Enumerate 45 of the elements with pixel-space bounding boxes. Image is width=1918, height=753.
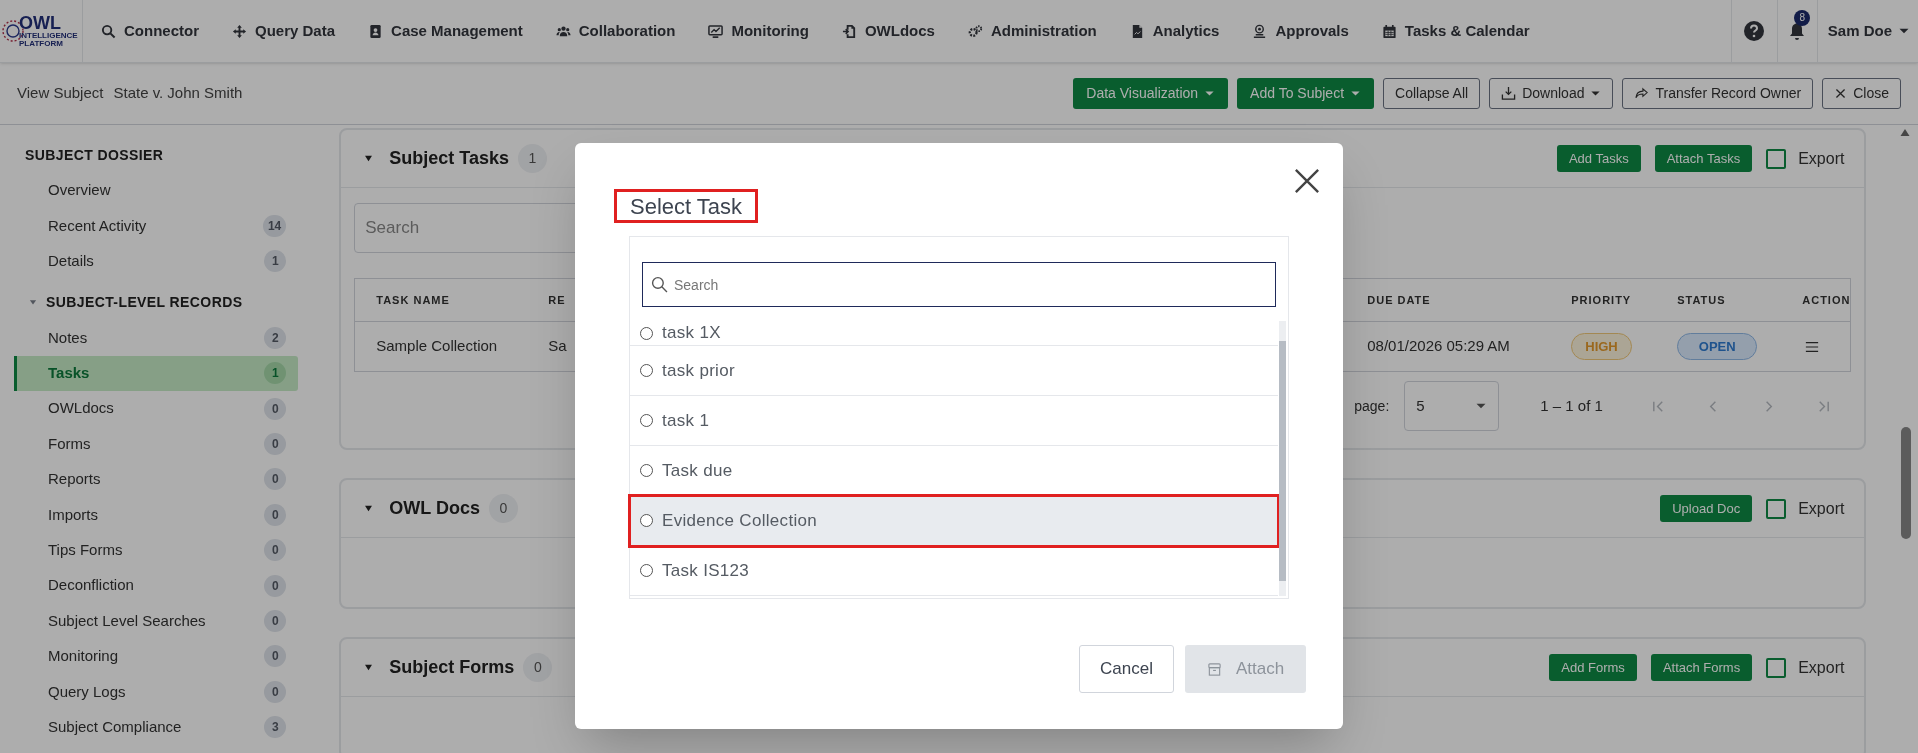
panel-title: OWL Docs (389, 497, 480, 520)
column-header: PRIORITY (1571, 292, 1633, 308)
export-label: Export (1798, 148, 1845, 169)
modal-title: Select Task (614, 189, 759, 223)
column-header: STATUS (1677, 292, 1727, 308)
count-badge: 1 (264, 250, 287, 273)
count-badge: 0 (264, 503, 287, 526)
count-badge: 1 (517, 144, 547, 173)
table-cell-text: 08/01/2026 05:29 AM (1367, 336, 1510, 357)
count-badge: 0 (264, 610, 287, 632)
count-badge: 2 (264, 326, 287, 349)
count-badge: 14 (262, 215, 287, 238)
column-header: ACTION (1802, 292, 1851, 308)
count-badge: 0 (264, 539, 287, 562)
rows-per-page-label: page: (1354, 396, 1390, 416)
sidebar-section-title: SUBJECT DOSSIER (25, 145, 164, 165)
breadcrumb-label: View Subject (17, 83, 104, 104)
count-badge: 0 (264, 680, 287, 703)
column-header: TASK NAME (376, 292, 451, 308)
export-label: Export (1798, 498, 1845, 519)
priority-badge: HIGH (1571, 333, 1632, 360)
count-badge: 0 (488, 494, 518, 523)
logo-subtext: INTELLIGENCE PLATFORM (19, 32, 79, 48)
logo-text: OWL (19, 14, 61, 32)
column-header: DUE DATE (1367, 292, 1432, 308)
count-badge: 0 (264, 433, 287, 456)
subject-name: State v. John Smith (113, 83, 243, 104)
panel-title: Subject Tasks (389, 147, 509, 170)
status-badge: OPEN (1677, 333, 1758, 360)
count-badge: 0 (264, 468, 287, 491)
count-badge: 3 (264, 716, 287, 739)
count-badge: 0 (523, 653, 553, 682)
notification-badge: 8 (1794, 9, 1811, 26)
count-badge: 0 (264, 397, 287, 420)
count-badge: 0 (264, 645, 287, 668)
table-cell-text: Sa (548, 336, 567, 357)
export-label: Export (1798, 657, 1845, 678)
sidebar-section-title: SUBJECT-LEVEL RECORDS (46, 292, 243, 312)
count-badge: 0 (264, 574, 287, 597)
column-header: RE (548, 292, 567, 308)
attach-button: Attach (1185, 645, 1306, 693)
count-badge: 1 (264, 362, 287, 385)
panel-title: Subject Forms (389, 656, 515, 679)
table-cell-text: Sample Collection (376, 336, 498, 357)
page-range: 1 – 1 of 1 (1540, 395, 1603, 416)
